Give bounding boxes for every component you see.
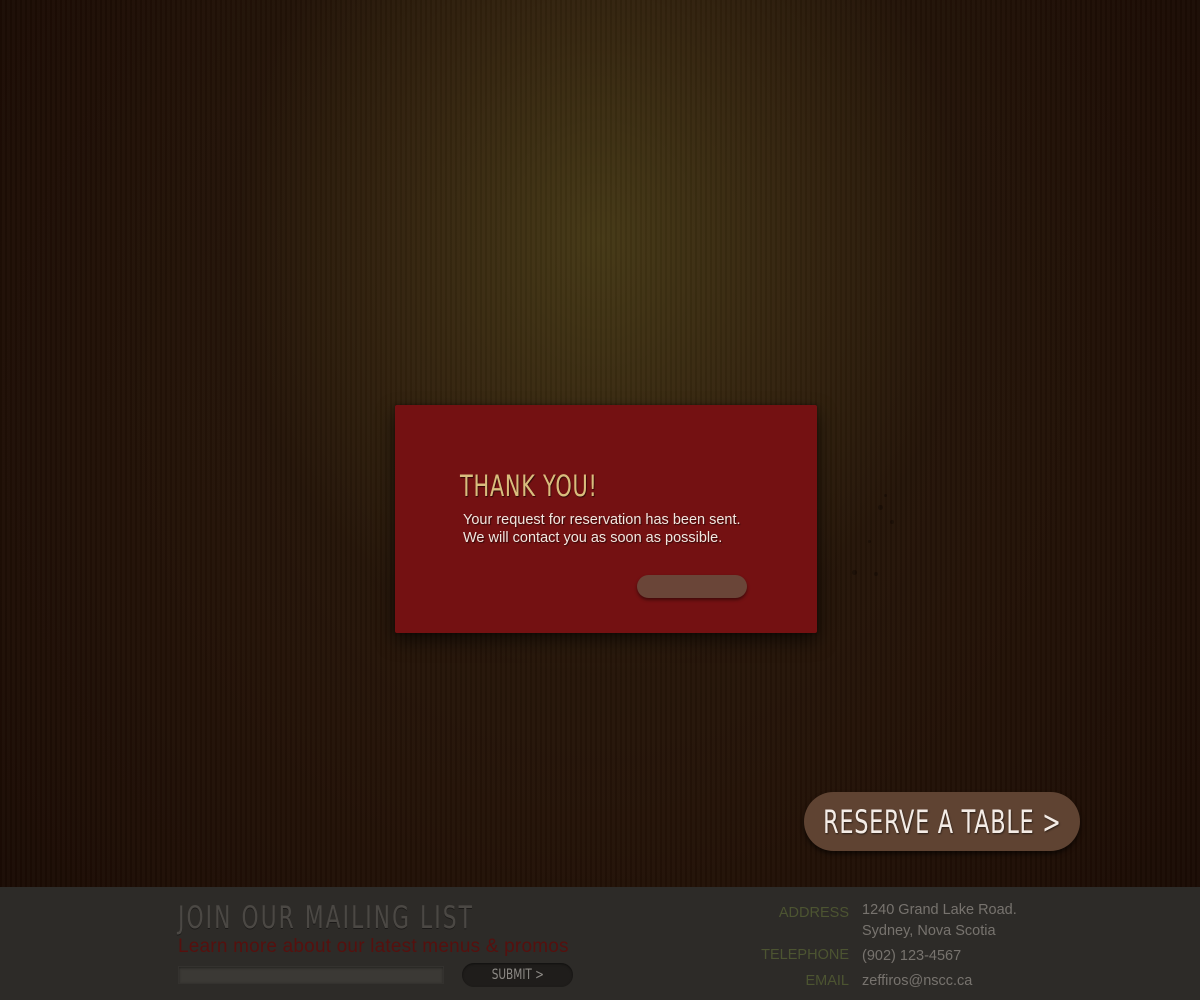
modal-title: THANK YOU! (460, 469, 598, 503)
reserve-table-label: RESERVE A TABLE > (822, 802, 1062, 841)
telephone-value: (902) 123-4567 (862, 948, 962, 964)
email-input[interactable] (178, 966, 444, 984)
address-line-1: 1240 Grand Lake Road. (862, 902, 1017, 918)
background-speck (878, 505, 883, 510)
background-speck (852, 570, 857, 575)
footer: JOIN OUR MAILING LIST Learn more about o… (0, 887, 1200, 1000)
background-speck (890, 520, 894, 524)
thank-you-modal: THANK YOU! Your request for reservation … (395, 405, 817, 633)
submit-label: SUBMIT > (491, 967, 544, 983)
modal-close-button[interactable] (637, 575, 747, 598)
telephone-label: TELEPHONE (761, 947, 849, 963)
address-label: ADDRESS (778, 905, 849, 921)
modal-message-line-2: We will contact you as soon as possible. (463, 530, 723, 546)
mailing-list-subtitle: Learn more about our latest menus & prom… (178, 936, 569, 957)
modal-message-line-1: Your request for reservation has been se… (463, 512, 741, 528)
background-speck (884, 494, 887, 497)
email-link[interactable]: zeffiros@nscc.ca (862, 971, 972, 992)
modal-message: Your request for reservation has been se… (463, 511, 783, 547)
background-speck (874, 572, 878, 576)
background-speck (868, 540, 871, 543)
address-value: 1240 Grand Lake Road. Sydney, Nova Scoti… (862, 900, 1017, 942)
email-label: EMAIL (805, 973, 849, 989)
mailing-list-title: JOIN OUR MAILING LIST (178, 900, 474, 936)
submit-button[interactable]: SUBMIT > (462, 963, 573, 987)
address-line-2: Sydney, Nova Scotia (862, 923, 996, 939)
reserve-table-button[interactable]: RESERVE A TABLE > (804, 792, 1080, 851)
